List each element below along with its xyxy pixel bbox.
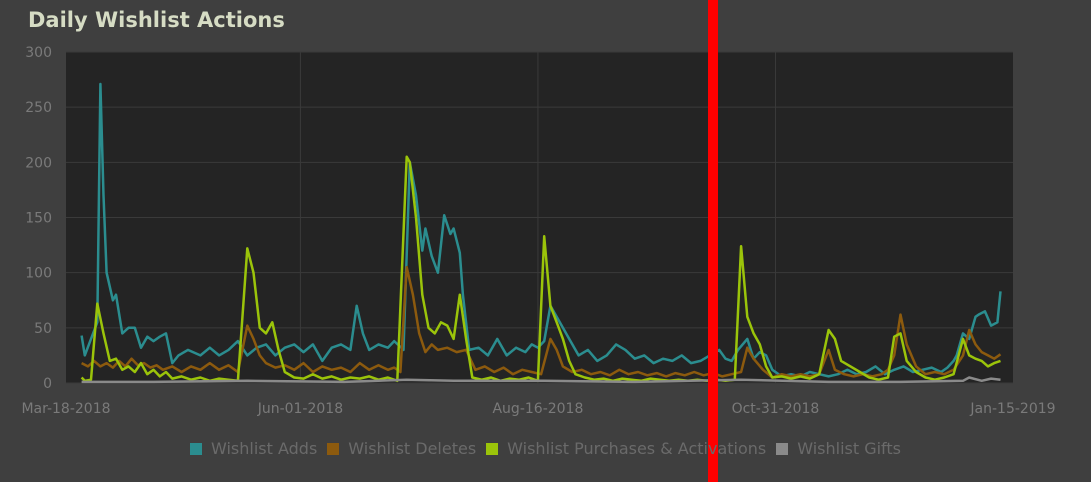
chart-svg: 0 50 100 150 200 250 300 Mar-18-2018 Jun-01-201… [21,0,1056,482]
legend-swatch [486,442,499,455]
legend-item[interactable]: Wishlist Purchases & Activations [486,439,766,458]
y-tick-label: 100 [25,266,52,282]
x-tick-label: Jun-01-2018 [257,401,343,417]
x-tick-label: Aug-16-2018 [492,401,583,417]
y-tick-label: 0 [43,376,52,392]
y-tick-label: 150 [25,211,52,227]
red-vertical-marker [708,0,718,482]
legend-item[interactable]: Wishlist Deletes [327,439,476,458]
x-tick-label: Mar-18-2018 [21,401,110,417]
legend-label: Wishlist Gifts [797,439,902,458]
y-tick-label: 200 [25,155,52,171]
y-axis-tick-labels: 0 50 100 150 200 250 300 [25,45,52,392]
y-tick-label: 50 [34,321,52,337]
legend-swatch [327,442,340,455]
legend-label: Wishlist Purchases & Activations [507,439,767,458]
legend-label: Wishlist Deletes [348,439,477,458]
x-tick-label: Oct-31-2018 [732,401,820,417]
legend-item[interactable]: Wishlist Adds [189,439,318,458]
x-tick-label: Jan-15-2019 [969,401,1055,417]
y-tick-label: 300 [25,45,52,61]
legend-item[interactable]: Wishlist Gifts [776,439,901,458]
legend-label: Wishlist Adds [210,439,318,458]
chart-legend: Wishlist Adds Wishlist Deletes Wishlist Pu… [0,439,1091,458]
legend-swatch [776,442,789,455]
x-axis-tick-labels: Mar-18-2018 Jun-01-2018 Aug-16-2018 Oct-31-… [21,401,1055,417]
y-tick-label: 250 [25,100,52,116]
legend-swatch [189,442,202,455]
